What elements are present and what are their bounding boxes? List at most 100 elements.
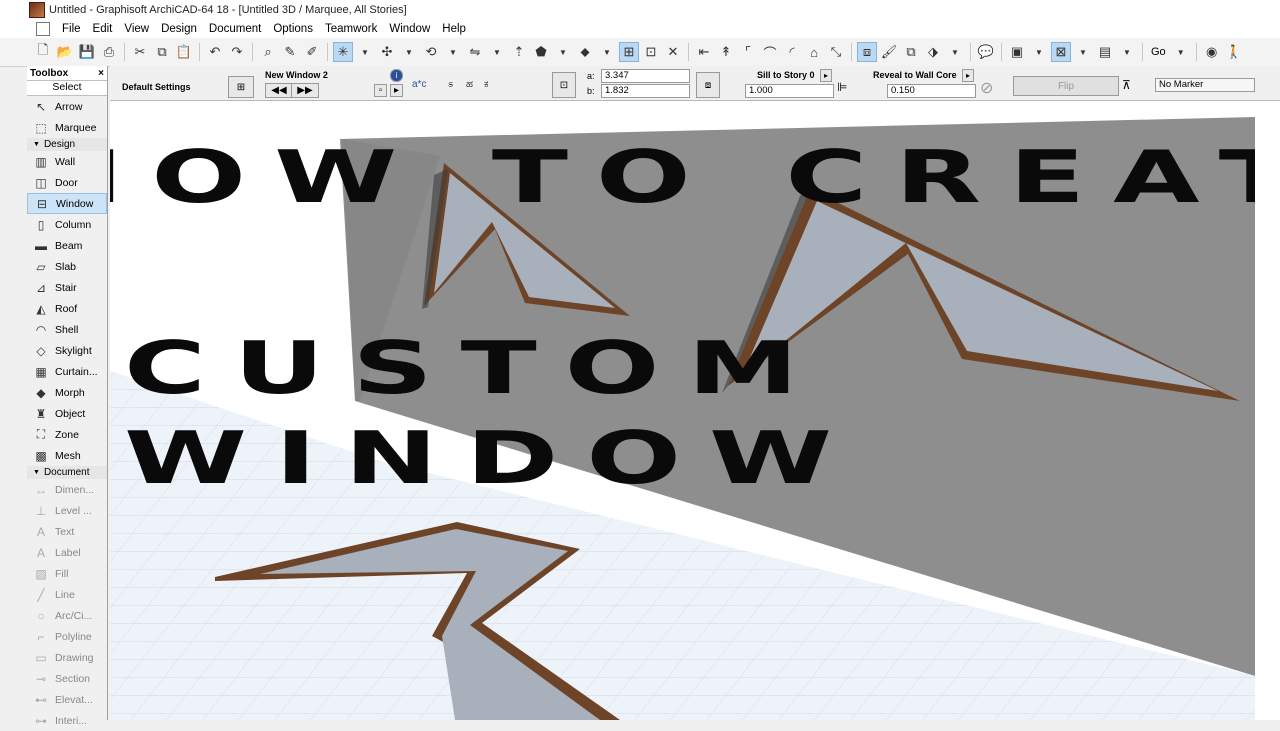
redo-icon[interactable]: ↷ <box>227 42 247 62</box>
drag-icon[interactable]: ✣ <box>377 42 397 62</box>
sill-height-input[interactable]: 1.000 <box>745 84 834 98</box>
menu-edit[interactable]: Edit <box>87 23 119 35</box>
toolbox-select-label[interactable]: Select <box>27 81 107 96</box>
open-file-icon[interactable]: 📂 <box>55 42 75 62</box>
walk-icon[interactable]: 🚶 <box>1224 42 1244 62</box>
dimension-b-input[interactable]: 1.832 <box>601 84 690 98</box>
marker-select[interactable]: No Marker <box>1155 78 1255 92</box>
toolbox-tool-interior-elevation[interactable]: ⊶ Interi... <box>27 710 107 731</box>
menu-teamwork[interactable]: Teamwork <box>319 23 383 35</box>
toolbox-tool-zone[interactable]: ⛶ Zone <box>27 424 107 445</box>
cut-icon[interactable]: ✂ <box>130 42 150 62</box>
flip-button[interactable]: Flip <box>1013 76 1119 96</box>
layout-view-icon[interactable]: ▤ <box>1095 42 1115 62</box>
print-icon[interactable]: ⎙ <box>99 42 119 62</box>
undo-icon[interactable]: ↶ <box>205 42 225 62</box>
toolbox-tool-elevation[interactable]: ⊷ Elevat... <box>27 689 107 710</box>
eyedropper-icon[interactable]: ✎ <box>280 42 300 62</box>
offset-icon[interactable]: ⬟ <box>531 42 551 62</box>
anchor-frame-icon[interactable]: ⧈ <box>696 72 720 98</box>
menu-file[interactable]: File <box>56 23 87 35</box>
toolbox-tool-marquee[interactable]: ⬚ Marquee <box>27 117 107 138</box>
toolbox-tool-object[interactable]: ♜ Object <box>27 403 107 424</box>
previous-favorite-button[interactable]: ◀◀ <box>265 83 293 98</box>
dropdown-chevron-icon[interactable]: ▼ <box>597 42 617 62</box>
menu-design[interactable]: Design <box>155 23 203 35</box>
fillet-icon[interactable]: ⌜ <box>738 42 758 62</box>
floorplan-view-icon[interactable]: ▣ <box>1007 42 1027 62</box>
go-menu[interactable]: Go <box>1149 46 1168 58</box>
arrow-right-small-icon[interactable]: ▸ <box>390 84 403 97</box>
arc-tool-icon[interactable]: ◜ <box>782 42 802 62</box>
sill-menu-arrow-icon[interactable]: ▸ <box>820 69 832 82</box>
toolbox-tool-window[interactable]: ⊟ Window <box>27 193 107 214</box>
magic-wand-icon[interactable]: ✳ <box>333 42 353 62</box>
placement-mode-icon[interactable]: a*c <box>412 79 426 90</box>
dropdown-chevron-icon[interactable]: ▼ <box>1171 42 1191 62</box>
model-view-icon[interactable]: ⬗ <box>923 42 943 62</box>
layer-icon[interactable]: ⧉ <box>901 42 921 62</box>
toolbox-tool-dimension[interactable]: ↔ Dimen... <box>27 479 107 500</box>
orbit-icon[interactable]: ◉ <box>1202 42 1222 62</box>
dropdown-chevron-icon[interactable]: ▼ <box>1073 42 1093 62</box>
dropdown-chevron-icon[interactable]: ▼ <box>443 42 463 62</box>
dropdown-chevron-icon[interactable]: ▼ <box>1117 42 1137 62</box>
syringe-icon[interactable]: ✐ <box>302 42 322 62</box>
copy-icon[interactable]: ⧉ <box>152 42 172 62</box>
split-icon[interactable]: ⬥ <box>575 42 595 62</box>
resize-icon[interactable]: ⤡ <box>826 42 846 62</box>
menu-view[interactable]: View <box>118 23 155 35</box>
trim-icon[interactable]: ⊞ <box>619 42 639 62</box>
toolbox-tool-slab[interactable]: ▱ Slab <box>27 256 107 277</box>
toolbox-tool-wall[interactable]: ▥ Wall <box>27 151 107 172</box>
house-icon[interactable]: ⌂ <box>804 42 824 62</box>
toolbox-tool-level-dimension[interactable]: ⊥ Level ... <box>27 500 107 521</box>
mirror-icon[interactable]: ⇋ <box>465 42 485 62</box>
placement-option-3-icon[interactable]: ಕ <box>484 79 489 90</box>
dropdown-chevron-icon[interactable]: ▼ <box>487 42 507 62</box>
paste-icon[interactable]: 📋 <box>174 42 194 62</box>
anchor-point-icon[interactable]: ▫ <box>374 84 387 97</box>
toolbox-tool-text[interactable]: A Text <box>27 521 107 542</box>
find-select-icon[interactable]: ⌕ <box>258 42 278 62</box>
toolbox-tool-section[interactable]: ⊸ Section <box>27 668 107 689</box>
toolbox-tool-label[interactable]: A Label <box>27 542 107 563</box>
document-menu-icon[interactable] <box>36 21 50 36</box>
toolbox-tool-morph[interactable]: ◆ Morph <box>27 382 107 403</box>
dropdown-chevron-icon[interactable]: ▼ <box>355 42 375 62</box>
toolbox-tool-polyline[interactable]: ⌐ Polyline <box>27 626 107 647</box>
menu-options[interactable]: Options <box>267 23 319 35</box>
toolbox-tool-fill[interactable]: ▨ Fill <box>27 563 107 584</box>
dropdown-chevron-icon[interactable]: ▼ <box>553 42 573 62</box>
toolbox-tool-arc[interactable]: ○ Arc/Ci... <box>27 605 107 626</box>
grid-snap-icon[interactable]: ⧈ <box>857 42 877 62</box>
toolbox-tool-arrow[interactable]: ↖ Arrow <box>27 96 107 117</box>
dimension-frame-icon[interactable]: ⊡ <box>552 72 576 98</box>
chat-icon[interactable]: 💬 <box>976 42 996 62</box>
toolbox-tool-mesh[interactable]: ▩ Mesh <box>27 445 107 466</box>
arrow-cursor-icon[interactable]: ⇤ <box>694 42 714 62</box>
toolbox-tool-beam[interactable]: ▬ Beam <box>27 235 107 256</box>
menu-window[interactable]: Window <box>383 23 436 35</box>
toolbox-tool-curtain-wall[interactable]: ▦ Curtain... <box>27 361 107 382</box>
toolbox-tool-door[interactable]: ◫ Door <box>27 172 107 193</box>
close-icon[interactable]: ✕ <box>663 42 683 62</box>
rotate-icon[interactable]: ⟲ <box>421 42 441 62</box>
reveal-direction-icon[interactable]: ⊘ <box>980 78 993 98</box>
menu-document[interactable]: Document <box>203 23 267 35</box>
toolbox-tool-shell[interactable]: ◠ Shell <box>27 319 107 340</box>
intersect-icon[interactable]: ⊡ <box>641 42 661 62</box>
dimension-a-input[interactable]: 3.347 <box>601 69 690 83</box>
toolbox-tool-line[interactable]: ╱ Line <box>27 584 107 605</box>
toolbox-tool-roof[interactable]: ◭ Roof <box>27 298 107 319</box>
document-group-header[interactable]: ▼ Document <box>27 466 107 479</box>
dropdown-chevron-icon[interactable]: ▼ <box>1029 42 1049 62</box>
info-icon[interactable]: i <box>390 69 403 82</box>
dropdown-chevron-icon[interactable]: ▼ <box>945 42 965 62</box>
dropdown-chevron-icon[interactable]: ▼ <box>399 42 419 62</box>
pointer-icon[interactable]: ↟ <box>716 42 736 62</box>
reveal-menu-arrow-icon[interactable]: ▸ <box>962 69 974 82</box>
menu-help[interactable]: Help <box>436 23 472 35</box>
settings-dialog-button[interactable]: ⊞ <box>228 76 254 98</box>
design-group-header[interactable]: ▼ Design <box>27 138 107 151</box>
